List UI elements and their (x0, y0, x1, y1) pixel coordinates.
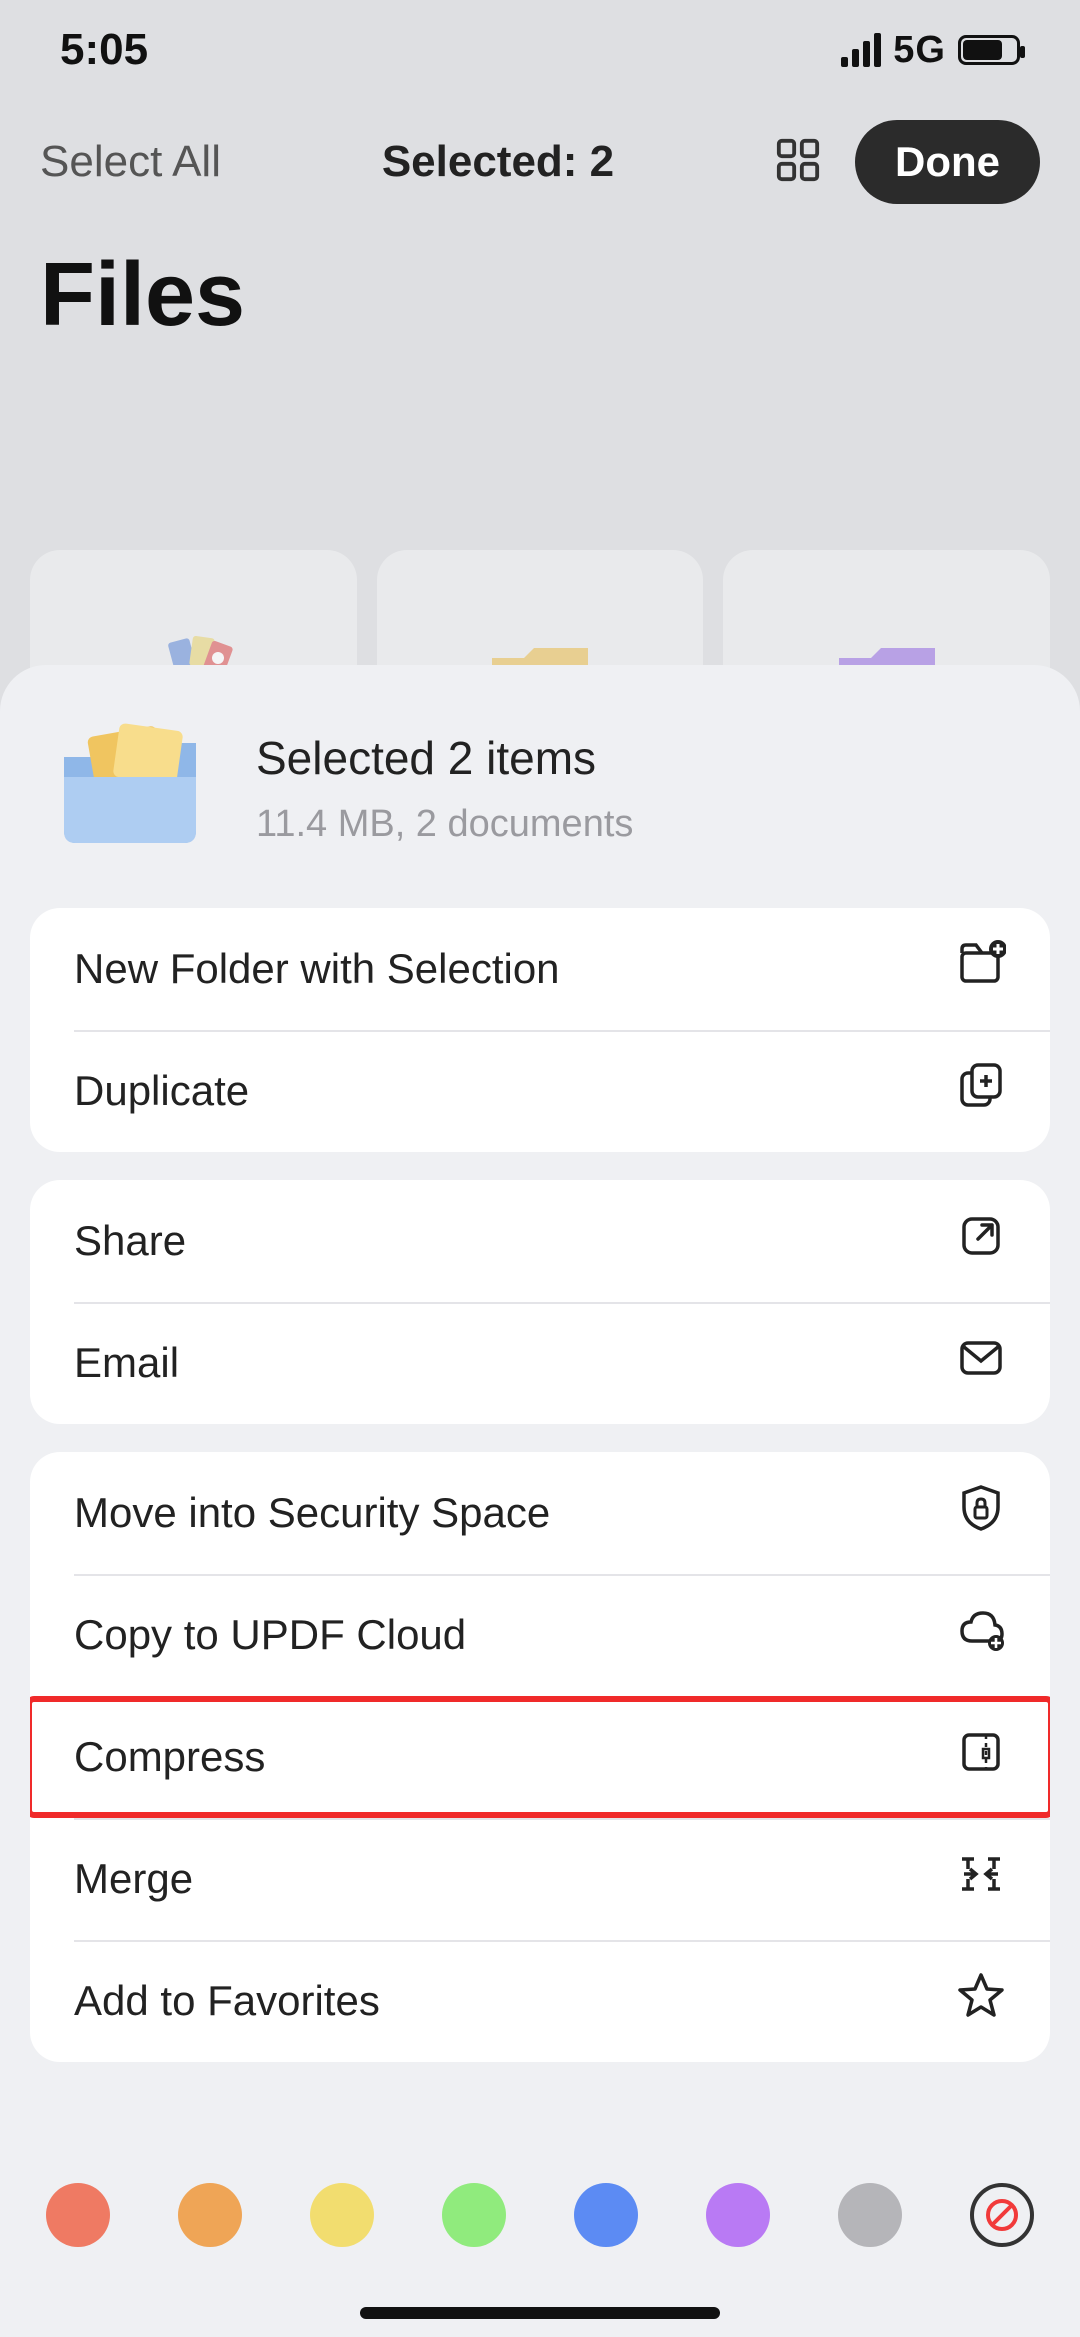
duplicate-icon (956, 1061, 1006, 1121)
action-label: Compress (74, 1733, 956, 1781)
action-security[interactable]: Move into Security Space (30, 1452, 1050, 1574)
action-sheet: Selected 2 items 11.4 MB, 2 documents Ne… (0, 665, 1080, 2337)
action-group: Share Email (30, 1180, 1050, 1424)
tag-color-dot[interactable] (46, 2183, 110, 2247)
action-group: New Folder with Selection Duplicate (30, 908, 1050, 1152)
mail-icon (956, 1333, 1006, 1393)
sheet-header: Selected 2 items 11.4 MB, 2 documents (30, 701, 1050, 908)
share-icon (956, 1211, 1006, 1271)
sheet-subtitle: 11.4 MB, 2 documents (256, 803, 633, 846)
action-new_folder[interactable]: New Folder with Selection (30, 908, 1050, 1030)
sheet-title: Selected 2 items (256, 731, 633, 785)
select-all-button[interactable]: Select All (40, 137, 221, 187)
star-icon (956, 1971, 1006, 2031)
tag-color-dot[interactable] (838, 2183, 902, 2247)
tag-color-dot[interactable] (574, 2183, 638, 2247)
grid-view-icon[interactable] (775, 137, 821, 188)
home-indicator (360, 2307, 720, 2319)
tag-color-dot[interactable] (442, 2183, 506, 2247)
cellular-signal-icon (841, 33, 881, 67)
action-cloud[interactable]: Copy to UPDF Cloud (30, 1574, 1050, 1696)
action-label: Merge (74, 1855, 956, 1903)
action-label: Add to Favorites (74, 1977, 956, 2025)
action-group: Move into Security Space Copy to UPDF Clo… (30, 1452, 1050, 2062)
remove-tag-button[interactable] (970, 2183, 1034, 2247)
status-bar: 5:05 5G (0, 0, 1080, 90)
tag-color-row (0, 2183, 1080, 2247)
action-share[interactable]: Share (30, 1180, 1050, 1302)
done-button[interactable]: Done (855, 120, 1040, 204)
action-merge[interactable]: Merge (30, 1818, 1050, 1940)
shield-lock-icon (956, 1483, 1006, 1543)
tag-color-dot[interactable] (178, 2183, 242, 2247)
tag-color-dot[interactable] (310, 2183, 374, 2247)
action-label: Duplicate (74, 1067, 956, 1115)
action-email[interactable]: Email (30, 1302, 1050, 1424)
selected-count-label: Selected: 2 (382, 137, 614, 187)
action-label: Move into Security Space (74, 1489, 956, 1537)
network-type: 5G (893, 29, 946, 72)
folder-open-icon (46, 711, 216, 866)
action-label: Copy to UPDF Cloud (74, 1611, 956, 1659)
cloud-plus-icon (956, 1605, 1006, 1665)
status-right: 5G (841, 29, 1020, 72)
battery-icon (958, 35, 1020, 65)
action-label: Email (74, 1339, 956, 1387)
action-label: Share (74, 1217, 956, 1265)
merge-icon (956, 1849, 1006, 1909)
folder-plus-icon (956, 939, 1006, 999)
action-favorite[interactable]: Add to Favorites (30, 1940, 1050, 2062)
tag-color-dot[interactable] (706, 2183, 770, 2247)
action-label: New Folder with Selection (74, 945, 956, 993)
page-title: Files (0, 204, 1080, 347)
top-bar: Select All Selected: 2 Done (0, 90, 1080, 204)
zip-file-icon (956, 1727, 1006, 1787)
action-duplicate[interactable]: Duplicate (30, 1030, 1050, 1152)
action-compress[interactable]: Compress (30, 1696, 1050, 1818)
status-time: 5:05 (60, 25, 148, 75)
